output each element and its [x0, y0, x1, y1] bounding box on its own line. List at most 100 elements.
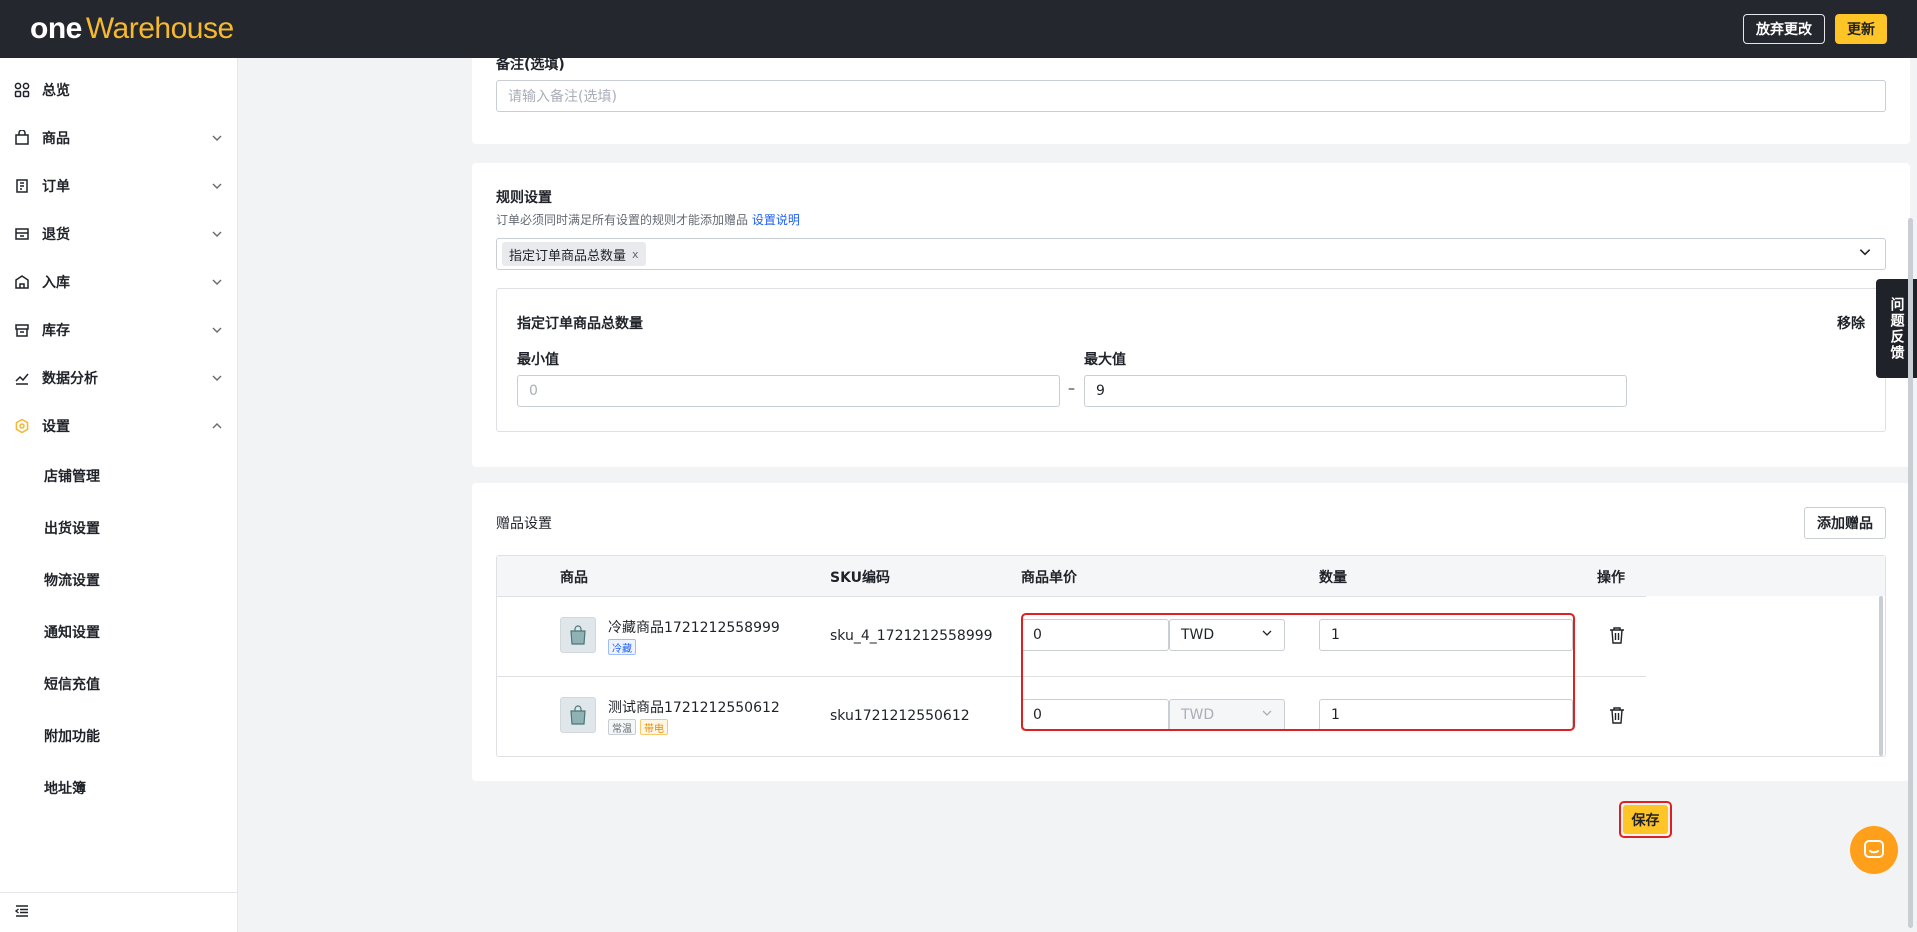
product-name: 冷藏商品1721212558999	[608, 620, 780, 636]
rules-card: 规则设置 订单必须同时满足所有设置的规则才能添加赠品 设置说明 指定订单商品总数…	[472, 163, 1910, 467]
chevron-down-icon	[1261, 707, 1273, 723]
remark-input[interactable]: 请输入备注(选填)	[496, 80, 1886, 112]
add-gift-button[interactable]: 添加赠品	[1804, 507, 1886, 539]
rules-hint: 订单必须同时满足所有设置的规则才能添加赠品 设置说明	[496, 211, 1886, 228]
chat-button[interactable]	[1850, 826, 1898, 874]
tag-close-icon[interactable]: x	[632, 248, 639, 261]
rule-box-title: 指定订单商品总数量	[517, 316, 643, 332]
sidebar-item-products[interactable]: 商品	[0, 114, 237, 162]
chevron-down-icon	[211, 276, 223, 288]
trash-icon	[1610, 707, 1624, 724]
sidebar-item-label: 库存	[42, 323, 70, 339]
selected-rule-tag: 指定订单商品总数量 x	[502, 242, 646, 266]
sidebar-item-analytics[interactable]: 数据分析	[0, 354, 237, 402]
min-value-label: 最小值	[517, 352, 559, 368]
inbound-icon	[14, 274, 30, 290]
currency-select[interactable]: TWD	[1169, 619, 1285, 651]
sidebar-item-label: 退货	[42, 227, 70, 243]
chevron-down-icon	[211, 372, 223, 384]
sidebar-subitem-addons[interactable]: 附加功能	[0, 710, 237, 762]
product-tags: 常温 带电	[608, 719, 668, 735]
product-tags: 冷藏	[608, 639, 636, 655]
product-tag: 常温	[608, 719, 636, 735]
header-actions: 放弃更改 更新	[1743, 14, 1887, 44]
price-input[interactable]: 0	[1021, 619, 1169, 651]
sidebar-footer	[0, 892, 237, 932]
collapse-sidebar-icon[interactable]	[14, 903, 30, 923]
dashboard-icon	[14, 82, 30, 98]
sidebar-item-settings[interactable]: 设置	[0, 402, 237, 450]
sidebar-item-label: 设置	[42, 419, 70, 435]
gift-header: 赠品设置 添加赠品	[496, 507, 1886, 539]
chevron-down-icon	[1858, 245, 1872, 263]
logo-warehouse: Warehouse	[85, 12, 234, 45]
chevron-down-icon	[211, 228, 223, 240]
table-row: 冷藏商品1721212558999 冷藏 sku_4_1721212558999…	[497, 596, 1646, 676]
analytics-icon	[14, 370, 30, 386]
currency-value: TWD	[1181, 627, 1215, 643]
column-sku: SKU编码	[830, 570, 891, 586]
chevron-down-icon	[211, 132, 223, 144]
selected-rule-tag-label: 指定订单商品总数量	[509, 248, 627, 264]
product-tag: 带电	[640, 719, 668, 735]
remark-card: 备注(选填) 请输入备注(选填)	[472, 58, 1910, 144]
logo-one: ONE	[30, 12, 82, 45]
sidebar-subitem-address-book[interactable]: 地址簿	[0, 762, 237, 814]
save-button-highlight: 保存	[1619, 801, 1672, 838]
sidebar-item-inbound[interactable]: 入库	[0, 258, 237, 306]
save-button[interactable]: 保存	[1623, 805, 1668, 834]
product-icon	[14, 130, 30, 146]
sidebar-item-overview[interactable]: 总览	[0, 66, 237, 114]
trash-icon	[1610, 627, 1624, 644]
table-scrollbar[interactable]	[1879, 596, 1883, 756]
update-button[interactable]: 更新	[1835, 14, 1887, 44]
rules-title: 规则设置	[496, 190, 552, 206]
rules-help-link[interactable]: 设置说明	[752, 213, 800, 227]
rule-quantity-box: 指定订单商品总数量 移除 最小值 最大值 0 – 9	[496, 288, 1886, 432]
product-thumbnail	[560, 697, 596, 733]
remark-label: 备注(选填)	[496, 58, 565, 73]
rules-hint-text: 订单必须同时满足所有设置的规则才能添加赠品	[496, 213, 749, 227]
sidebar-item-label: 数据分析	[42, 371, 98, 387]
quantity-input[interactable]: 1	[1319, 699, 1573, 731]
product-thumbnail	[560, 617, 596, 653]
product-sku: sku1721212550612	[830, 708, 970, 724]
sidebar-item-orders[interactable]: 订单	[0, 162, 237, 210]
sidebar-subitem-logistics-settings[interactable]: 物流设置	[0, 554, 237, 606]
sidebar-item-returns[interactable]: 退货	[0, 210, 237, 258]
price-input[interactable]: 0	[1021, 699, 1169, 731]
app-logo[interactable]: ONE Warehouse	[30, 12, 234, 46]
sidebar-item-label: 入库	[42, 275, 70, 291]
sidebar-item-inventory[interactable]: 库存	[0, 306, 237, 354]
currency-value: TWD	[1181, 707, 1215, 723]
chevron-down-icon	[1261, 627, 1273, 643]
gift-table: 商品 SKU编码 商品单价 数量 操作 冷藏商品1721212558999 冷藏…	[496, 555, 1886, 757]
delete-row-button[interactable]	[1607, 705, 1627, 725]
product-tag: 冷藏	[608, 639, 636, 655]
remove-rule-button[interactable]: 移除	[1837, 313, 1865, 333]
delete-row-button[interactable]	[1607, 625, 1627, 645]
gift-settings-title: 赠品设置	[496, 516, 552, 532]
sidebar-subitem-store-management[interactable]: 店铺管理	[0, 450, 237, 502]
chevron-up-icon	[211, 420, 223, 432]
currency-select[interactable]: TWD	[1169, 699, 1285, 731]
discard-changes-button[interactable]: 放弃更改	[1743, 14, 1825, 44]
column-qty: 数量	[1319, 570, 1347, 586]
rules-select[interactable]: 指定订单商品总数量 x	[496, 238, 1886, 270]
product-sku: sku_4_1721212558999	[830, 628, 993, 644]
order-icon	[14, 178, 30, 194]
product-name: 测试商品1721212550612	[608, 700, 780, 716]
min-value-input[interactable]: 0	[517, 375, 1060, 407]
sidebar-item-label: 订单	[42, 179, 70, 195]
sidebar-subitem-notification-settings[interactable]: 通知设置	[0, 606, 237, 658]
sidebar-item-label: 商品	[42, 131, 70, 147]
max-value-input[interactable]: 9	[1084, 375, 1627, 407]
sidebar-subitem-shipping-settings[interactable]: 出货设置	[0, 502, 237, 554]
page-scrollbar[interactable]	[1908, 218, 1913, 928]
quantity-input[interactable]: 1	[1319, 619, 1573, 651]
sidebar-subitem-sms-recharge[interactable]: 短信充值	[0, 658, 237, 710]
sidebar: 总览 商品 订单 退货 入库 库存 数据分析 设置 店铺管理 出货设置 物流设置…	[0, 58, 238, 932]
settings-icon	[14, 418, 30, 434]
chevron-down-icon	[211, 180, 223, 192]
